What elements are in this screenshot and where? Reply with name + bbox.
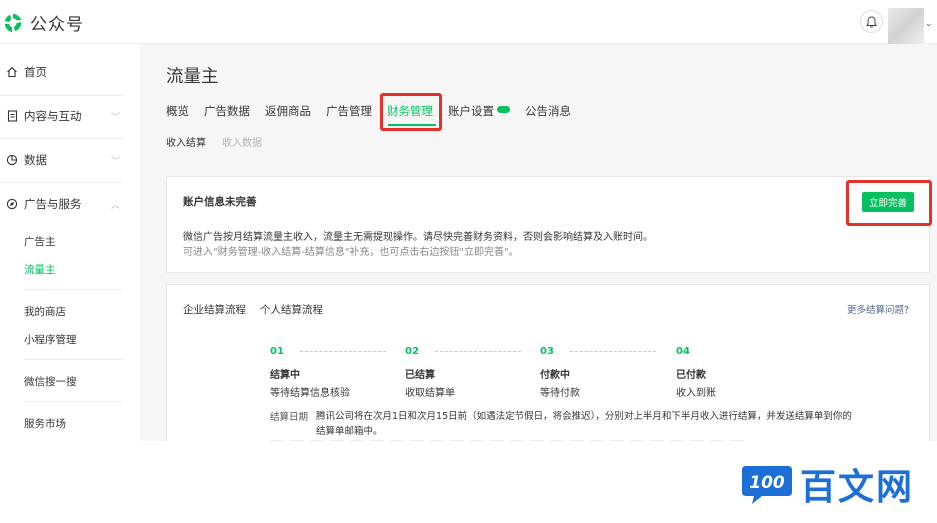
- step-number: 04: [676, 346, 690, 357]
- sidebar-subitem-my-store[interactable]: 我的商店: [24, 304, 66, 319]
- step-description: 收取结算单: [405, 388, 455, 399]
- step-title: 付款中: [540, 370, 570, 381]
- account-notice-card: 账户信息未完善 微信广告按月结算流量主收入，流量主无需提现操作。请尽快完善财务资…: [166, 176, 930, 273]
- new-badge: [497, 106, 510, 113]
- step-description: 收入到账: [676, 388, 716, 399]
- step-title: 已付款: [676, 370, 706, 381]
- sidebar-item-content[interactable]: 内容与互动 ﹀: [0, 94, 124, 138]
- notice-title: 账户信息未完善: [183, 196, 257, 208]
- tab-account-settings[interactable]: 账户设置: [448, 103, 510, 119]
- divider: [24, 359, 124, 360]
- document-icon: [0, 110, 24, 122]
- pie-chart-icon: [0, 154, 24, 166]
- sidebar-item-ads-services[interactable]: 广告与服务 ︿: [0, 182, 124, 226]
- watermark-logo: 100 百文网: [740, 458, 914, 510]
- highlight-box: [380, 93, 442, 131]
- tab-overview[interactable]: 概览: [166, 103, 189, 119]
- chevron-down-icon: ﹀: [110, 156, 120, 167]
- subtab-income-data[interactable]: 收入数据: [222, 134, 262, 149]
- notification-button[interactable]: [860, 10, 883, 33]
- settlement-process-card: 企业结算流程 个人结算流程 更多结算问题? 01 结算中 等待结算信息核验 02…: [166, 284, 930, 444]
- sidebar-item-home[interactable]: 首页: [0, 50, 124, 94]
- tab-enterprise-process[interactable]: 企业结算流程: [183, 302, 246, 317]
- tab-ad-management[interactable]: 广告管理: [326, 103, 372, 119]
- step-number: 01: [270, 346, 284, 357]
- tab-label: 账户设置: [448, 104, 494, 118]
- settlement-date-label: 结算日期: [270, 412, 309, 423]
- process-step: 03 付款中 等待付款: [540, 346, 680, 399]
- step-title: 结算中: [270, 370, 300, 381]
- sidebar-item-label: 数据: [24, 153, 47, 167]
- watermark-badge-icon: 100: [742, 466, 792, 504]
- divider: [24, 401, 124, 402]
- step-connector: [569, 351, 656, 352]
- process-tabs: 企业结算流程 个人结算流程: [183, 302, 323, 317]
- tab-personal-process[interactable]: 个人结算流程: [260, 302, 323, 317]
- step-description: 等待付款: [540, 388, 580, 399]
- tab-announcements[interactable]: 公告消息: [525, 103, 571, 119]
- sidebar-item-data[interactable]: 数据 ﹀: [0, 138, 124, 182]
- logo[interactable]: 公众号: [2, 10, 84, 35]
- bell-icon: [866, 15, 877, 28]
- sidebar-item-label: 广告与服务: [24, 197, 82, 211]
- sidebar-item-label: 内容与互动: [24, 109, 82, 123]
- sidebar-subitem-publisher[interactable]: 流量主: [24, 262, 56, 277]
- top-bar: 公众号 ⌄: [0, 0, 937, 44]
- sidebar: 首页 内容与互动 ﹀ 数据 ﹀ 广告与服务 ︿ 广告主 流量主 我的商店 小程序…: [0, 44, 140, 441]
- step-connector: [299, 351, 386, 352]
- sidebar-subitem-search[interactable]: 微信搜一搜: [24, 374, 77, 389]
- step-description: 等待结算信息核验: [270, 388, 350, 399]
- sidebar-item-label: 首页: [24, 65, 47, 79]
- step-title: 已结算: [405, 370, 435, 381]
- process-step: 01 结算中 等待结算信息核验: [270, 346, 410, 399]
- chevron-down-icon: ﹀: [110, 112, 120, 123]
- sidebar-subitem-mini-program[interactable]: 小程序管理: [24, 332, 77, 347]
- compass-icon: [0, 198, 24, 210]
- sidebar-subitem-service-market[interactable]: 服务市场: [24, 416, 66, 431]
- tab-commission-goods[interactable]: 返佣商品: [265, 103, 311, 119]
- watermark-badge-text: 100: [749, 473, 785, 493]
- notice-hint: 可进入"财务管理-收入结算-结算信息"补充，也可点击右边按钮"立即完善"。: [183, 247, 519, 258]
- page-title: 流量主: [166, 67, 219, 87]
- avatar[interactable]: [888, 8, 924, 44]
- watermark-text: 百文网: [800, 467, 915, 508]
- divider: [24, 289, 124, 290]
- tab-bar: 概览 广告数据 返佣商品 广告管理 财务管理 账户设置 公告消息: [166, 103, 586, 119]
- process-step: 04 已付款 收入到账: [676, 346, 816, 399]
- chevron-up-icon: ︿: [110, 200, 120, 211]
- step-connector: [434, 351, 521, 352]
- settlement-date-text: 腾讯公司将在次月1日和次月15日前（如遇法定节假日，将会推迟），分别对上半月和下…: [316, 411, 852, 437]
- highlight-box: [846, 180, 932, 226]
- sidebar-subitem-advertiser[interactable]: 广告主: [24, 234, 56, 249]
- wechat-official-logo-icon: [4, 13, 22, 32]
- step-number: 03: [540, 346, 554, 357]
- tab-ad-data[interactable]: 广告数据: [204, 103, 250, 119]
- subtab-income-settlement[interactable]: 收入结算: [166, 134, 206, 149]
- subtab-bar: 收入结算 收入数据: [166, 134, 262, 149]
- step-number: 02: [405, 346, 419, 357]
- notice-description: 微信广告按月结算流量主收入，流量主无需提现操作。请尽快完善财务资料，否则会影响结…: [183, 232, 653, 243]
- brand-name: 公众号: [30, 15, 84, 35]
- process-step: 02 已结算 收取结算单: [405, 346, 545, 399]
- home-icon: [0, 66, 24, 78]
- chevron-down-icon[interactable]: ⌄: [925, 19, 933, 29]
- more-questions-link[interactable]: 更多结算问题?: [847, 302, 909, 316]
